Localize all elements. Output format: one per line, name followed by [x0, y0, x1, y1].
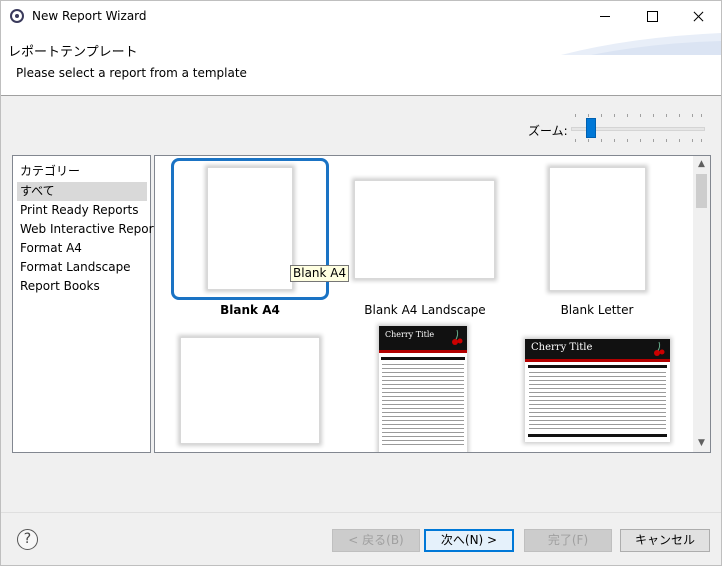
scroll-down-arrow-icon[interactable]: ▼ — [693, 435, 710, 452]
new-report-wizard-window: New Report Wizard レポートテンプレート Please sele… — [0, 0, 722, 566]
scroll-up-arrow-icon[interactable]: ▲ — [693, 156, 710, 173]
cherry-title-text: Cherry Title — [385, 330, 435, 339]
template-scrollbar[interactable]: ▲ ▼ — [693, 156, 710, 452]
header-banner-graphic — [561, 33, 721, 55]
category-heading: カテゴリー — [20, 164, 81, 178]
cherry-accent-bar — [525, 359, 670, 362]
category-item-report-books[interactable]: Report Books — [17, 277, 147, 296]
title-bar: New Report Wizard — [1, 1, 721, 31]
template-cherry-landscape[interactable]: Cherry Title — [525, 339, 670, 442]
zoom-slider-thumb[interactable] — [586, 118, 596, 138]
category-item-print-ready[interactable]: Print Ready Reports — [17, 201, 147, 220]
next-button[interactable]: 次へ(N) > — [424, 529, 514, 552]
cherry-icon — [654, 341, 665, 356]
template-label: Blank Letter — [560, 303, 634, 317]
eclipse-app-icon — [10, 9, 24, 23]
help-icon[interactable]: ? — [17, 529, 38, 550]
close-button[interactable] — [674, 1, 720, 31]
back-button[interactable]: < 戻る(B) — [332, 529, 420, 552]
minimize-button[interactable] — [582, 1, 628, 31]
template-tooltip: Blank A4 — [290, 265, 350, 282]
cherry-header: Cherry Title — [379, 326, 467, 350]
cherry-title-text: Cherry Title — [531, 342, 593, 353]
template-cherry-portrait[interactable]: Cherry Title — [379, 326, 467, 452]
scroll-thumb[interactable] — [696, 174, 707, 208]
cherry-accent-bar — [379, 350, 467, 353]
cherry-header: Cherry Title — [525, 339, 670, 359]
template-label: Blank A4 — [220, 303, 280, 317]
template-thumbnail — [207, 167, 293, 290]
category-item-all[interactable]: すべて — [17, 182, 147, 201]
template-blank-landscape-2[interactable] — [180, 337, 320, 444]
footer-divider — [1, 512, 721, 513]
template-label: Blank A4 Landscape — [364, 303, 486, 317]
zoom-label: ズーム: — [528, 124, 568, 138]
wizard-header: レポートテンプレート Please select a report from a… — [1, 31, 721, 96]
category-item-web-interactive[interactable]: Web Interactive Reports — [17, 220, 164, 239]
category-list[interactable]: カテゴリー すべて Print Ready Reports Web Intera… — [12, 155, 164, 453]
template-gallery[interactable]: Blank A4 Blank A4 Landscape Blank Letter… — [154, 155, 711, 453]
zoom-slider[interactable] — [571, 113, 705, 143]
template-blank-a4-landscape[interactable] — [354, 180, 495, 279]
page-title: レポートテンプレート — [8, 45, 138, 60]
cherry-icon — [452, 329, 463, 345]
cherry-section-bar — [527, 365, 668, 368]
category-item-format-a4[interactable]: Format A4 — [17, 239, 147, 258]
window-title: New Report Wizard — [32, 9, 147, 23]
template-blank-letter[interactable] — [549, 167, 646, 291]
finish-button[interactable]: 完了(F) — [524, 529, 612, 552]
category-item-format-landscape[interactable]: Format Landscape — [17, 258, 147, 277]
page-description: Please select a report from a template — [16, 66, 247, 80]
cherry-section-bar — [380, 357, 466, 360]
maximize-button[interactable] — [628, 1, 674, 31]
cancel-button[interactable]: キャンセル — [620, 529, 710, 552]
cherry-footer-bar — [527, 434, 668, 437]
